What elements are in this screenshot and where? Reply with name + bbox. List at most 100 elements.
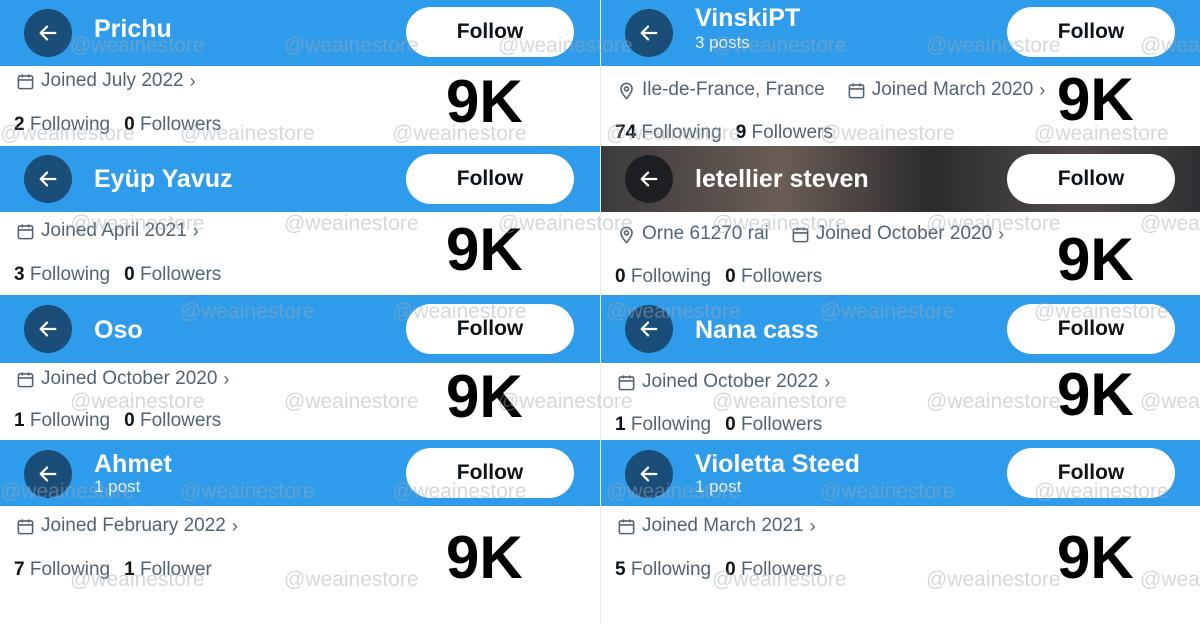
following-count[interactable]: 0 — [615, 266, 626, 287]
profile-banner: Prichu Follow — [0, 0, 600, 66]
profile-card: Eyüp Yavuz Follow Joined April 2021 › 3 … — [0, 146, 600, 294]
followers-count[interactable]: 0 — [725, 414, 736, 435]
joined-date: Joined July 2022 › — [16, 69, 196, 93]
joined-date: Joined March 2021 › — [617, 514, 816, 538]
profile-card: Violetta Steed 1 post Follow Joined Marc… — [601, 440, 1200, 624]
calendar-icon — [848, 82, 865, 98]
follow-stats: 5 Following 0 Followers — [615, 558, 822, 582]
joined-date: Joined April 2021 › — [16, 219, 199, 243]
chevron-right-icon: › — [231, 516, 238, 536]
followers-label[interactable]: Followers — [741, 559, 822, 580]
following-label[interactable]: Following — [631, 559, 711, 580]
followers-label[interactable]: Followers — [741, 266, 822, 287]
following-count[interactable]: 1 — [14, 410, 25, 431]
following-count[interactable]: 3 — [14, 264, 25, 285]
following-count[interactable]: 5 — [615, 559, 626, 580]
calendar-icon — [17, 73, 34, 89]
back-button[interactable] — [24, 155, 72, 203]
follow-stats: 0 Following 0 Followers — [615, 265, 822, 289]
location: Orne 61270 rai — [617, 222, 769, 246]
calendar-icon — [17, 518, 34, 534]
joined-date: Joined October 2020 › — [16, 367, 229, 391]
follow-stats: 1 Following 0 Followers — [615, 413, 822, 437]
chevron-right-icon: › — [223, 369, 230, 389]
profile-meta: Joined February 2022 › — [16, 514, 252, 538]
follow-button[interactable]: Follow — [1007, 304, 1175, 354]
followers-count[interactable]: 0 — [124, 410, 135, 431]
joined-text: Joined February 2022 — [41, 515, 226, 536]
following-label[interactable]: Following — [30, 559, 110, 580]
follow-button[interactable]: Follow — [406, 304, 574, 354]
joined-date: Joined October 2020 › — [791, 222, 1004, 246]
back-button[interactable] — [625, 450, 673, 498]
joined-text: Joined July 2022 — [41, 70, 184, 91]
profile-card: Prichu Follow Joined July 2022 › 2 Follo… — [0, 0, 600, 145]
followers-count[interactable]: 9 — [736, 122, 747, 143]
following-label[interactable]: Following — [631, 266, 711, 287]
profile-banner: Nana cass Follow — [601, 295, 1200, 363]
profile-name: letellier steven — [695, 165, 869, 193]
profile-banner: Violetta Steed 1 post Follow — [601, 440, 1200, 506]
profile-name: Eyüp Yavuz — [94, 165, 233, 193]
following-count[interactable]: 2 — [14, 114, 25, 135]
followers-count[interactable]: 0 — [124, 264, 135, 285]
profile-card: Nana cass Follow Joined October 2022 › 1… — [601, 295, 1200, 439]
big-count-label: 9K — [1057, 226, 1134, 293]
followers-label[interactable]: Followers — [140, 264, 221, 285]
location-text: Orne 61270 rai — [642, 223, 769, 244]
following-label[interactable]: Following — [631, 414, 711, 435]
follow-stats: 3 Following 0 Followers — [14, 263, 221, 287]
followers-count[interactable]: 0 — [124, 114, 135, 135]
profile-name: Nana cass — [695, 316, 819, 344]
joined-text: Joined October 2020 — [815, 223, 993, 244]
followers-label[interactable]: Followers — [140, 410, 221, 431]
back-button[interactable] — [625, 305, 673, 353]
followers-count[interactable]: 0 — [725, 266, 736, 287]
profile-name: Violetta Steed — [695, 450, 860, 478]
big-count-label: 9K — [446, 524, 523, 591]
back-button[interactable] — [24, 450, 72, 498]
follow-button[interactable]: Follow — [406, 7, 574, 57]
profile-meta: Joined July 2022 › — [16, 69, 210, 93]
follow-button[interactable]: Follow — [1007, 7, 1175, 57]
following-label[interactable]: Following — [30, 264, 110, 285]
followers-label[interactable]: Followers — [741, 414, 822, 435]
joined-text: Joined March 2020 — [871, 79, 1034, 100]
joined-date: Joined October 2022 › — [617, 370, 830, 394]
back-button[interactable] — [625, 155, 673, 203]
profile-name: VinskiPT — [695, 4, 801, 32]
followers-label[interactable]: Followers — [140, 114, 221, 135]
following-count[interactable]: 74 — [615, 122, 636, 143]
followers-count[interactable]: 0 — [725, 559, 736, 580]
arrow-left-icon — [640, 321, 658, 337]
follow-button[interactable]: Follow — [1007, 154, 1175, 204]
followers-label[interactable]: Followers — [752, 122, 833, 143]
arrow-left-icon — [39, 321, 57, 337]
profile-meta: Orne 61270 rai Joined October 2020 › — [617, 222, 1018, 246]
profile-meta: Joined October 2020 › — [16, 367, 243, 391]
followers-count[interactable]: 1 — [124, 559, 135, 580]
follow-button[interactable]: Follow — [1007, 448, 1175, 498]
chevron-right-icon: › — [998, 224, 1005, 244]
following-label[interactable]: Following — [30, 410, 110, 431]
left-column: Prichu Follow Joined July 2022 › 2 Follo… — [0, 0, 600, 624]
back-button[interactable] — [625, 9, 673, 57]
post-count: 3 posts — [695, 33, 750, 52]
right-column: VinskiPT 3 posts Follow Ile-de-France, F… — [600, 0, 1200, 624]
chevron-right-icon: › — [189, 71, 196, 91]
location-pin-icon — [620, 226, 633, 244]
followers-label[interactable]: Follower — [140, 559, 212, 580]
following-count[interactable]: 7 — [14, 559, 25, 580]
arrow-left-icon — [640, 25, 658, 41]
location-text: Ile-de-France, France — [642, 79, 825, 100]
following-count[interactable]: 1 — [615, 414, 626, 435]
follow-button[interactable]: Follow — [406, 154, 574, 204]
joined-text: Joined April 2021 — [41, 220, 187, 241]
following-label[interactable]: Following — [30, 114, 110, 135]
back-button[interactable] — [24, 9, 72, 57]
joined-text: Joined October 2020 — [41, 368, 218, 389]
following-label[interactable]: Following — [641, 122, 721, 143]
follow-button[interactable]: Follow — [406, 448, 574, 498]
location-pin-icon — [620, 82, 633, 100]
back-button[interactable] — [24, 305, 72, 353]
